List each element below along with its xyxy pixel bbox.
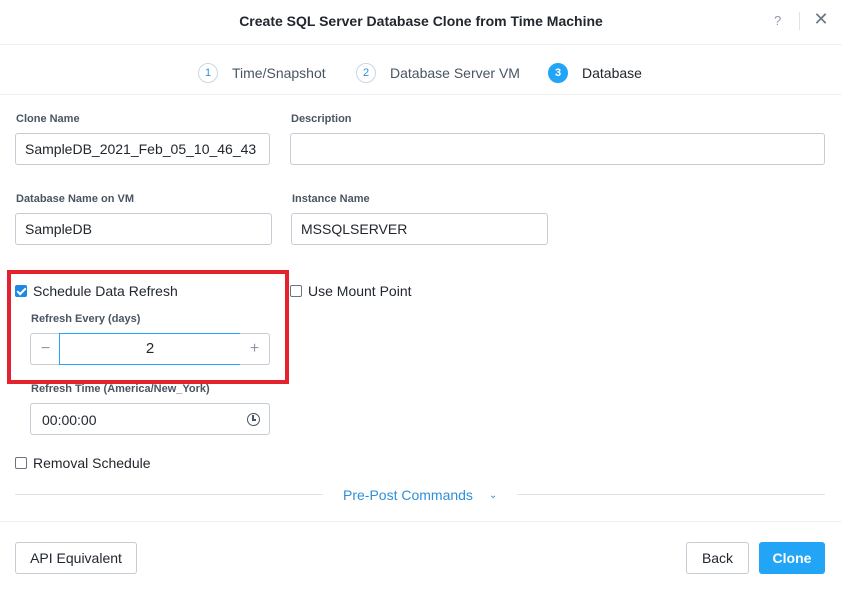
increment-button[interactable]: + <box>240 333 270 365</box>
refresh-time-value: 00:00:00 <box>42 412 97 428</box>
chevron-down-icon: ⌄ <box>488 489 498 501</box>
step-number: 2 <box>356 63 376 83</box>
refresh-time-label: Refresh Time (America/New_York) <box>31 383 210 395</box>
wizard-steps: 1 Time/Snapshot 2 Database Server VM 3 D… <box>0 45 842 95</box>
checkbox-checked[interactable] <box>15 285 27 297</box>
removal-schedule-label: Removal Schedule <box>33 455 151 471</box>
decrement-button[interactable]: − <box>30 333 60 365</box>
step-label: Time/Snapshot <box>232 65 326 81</box>
separator-right <box>517 494 825 495</box>
clock-icon[interactable] <box>247 413 260 426</box>
database-name-label: Database Name on VM <box>16 193 134 205</box>
modal-footer: API Equivalent Back Clone <box>0 521 842 589</box>
schedule-refresh-checkbox[interactable]: Schedule Data Refresh <box>15 283 178 299</box>
refresh-every-stepper: − 2 + <box>30 333 270 365</box>
modal-title: Create SQL Server Database Clone from Ti… <box>239 13 603 29</box>
checkbox-unchecked[interactable] <box>290 285 302 297</box>
use-mount-point-checkbox[interactable]: Use Mount Point <box>290 283 412 299</box>
step-label: Database <box>582 65 642 81</box>
checkbox-unchecked[interactable] <box>15 457 27 469</box>
refresh-every-label: Refresh Every (days) <box>31 313 141 325</box>
removal-schedule-checkbox[interactable]: Removal Schedule <box>15 455 151 471</box>
close-icon[interactable]: ✕ <box>812 9 830 31</box>
use-mount-point-label: Use Mount Point <box>308 283 412 299</box>
wizard-step-time-snapshot[interactable]: 1 Time/Snapshot <box>198 63 326 83</box>
instance-name-label: Instance Name <box>292 193 370 205</box>
refresh-every-input[interactable]: 2 <box>59 333 241 365</box>
wizard-step-database-server-vm[interactable]: 2 Database Server VM <box>356 63 520 83</box>
step-number: 1 <box>198 63 218 83</box>
database-name-input[interactable] <box>15 213 272 245</box>
back-button[interactable]: Back <box>686 542 749 574</box>
schedule-refresh-label: Schedule Data Refresh <box>33 283 178 299</box>
api-equivalent-button[interactable]: API Equivalent <box>15 542 137 574</box>
description-input[interactable] <box>290 133 825 165</box>
separator-left <box>15 494 323 495</box>
clone-name-label: Clone Name <box>16 113 80 125</box>
instance-name-input[interactable] <box>291 213 548 245</box>
modal-header: Create SQL Server Database Clone from Ti… <box>0 0 842 45</box>
clone-name-input[interactable] <box>15 133 270 165</box>
step-number: 3 <box>548 63 568 83</box>
pre-post-commands-toggle[interactable]: Pre-Post Commands ⌄ <box>343 487 497 503</box>
description-label: Description <box>291 113 352 125</box>
wizard-step-database[interactable]: 3 Database <box>548 63 642 83</box>
header-divider <box>799 12 800 30</box>
step-label: Database Server VM <box>390 65 520 81</box>
refresh-time-input[interactable]: 00:00:00 <box>30 403 270 435</box>
pre-post-commands-label: Pre-Post Commands <box>343 487 473 503</box>
help-icon[interactable]: ? <box>774 13 781 28</box>
clone-button[interactable]: Clone <box>759 542 825 574</box>
